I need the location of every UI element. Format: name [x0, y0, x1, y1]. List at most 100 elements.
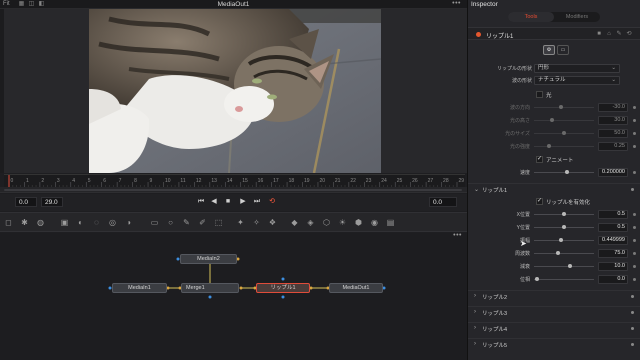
node-editor[interactable]: ••• MediaIn2 MediaIn1 Merge1 リップル1 Media… — [0, 232, 467, 360]
particle-tool-icon[interactable]: ✦ — [236, 218, 245, 227]
node-merge1[interactable]: Merge1 — [181, 283, 239, 293]
go-to-start-button[interactable]: ⏮ — [196, 197, 206, 207]
cc-tool-icon[interactable]: ◎ — [108, 218, 117, 227]
keyframe-icon[interactable] — [633, 106, 636, 109]
param-slider[interactable] — [534, 264, 594, 268]
settings-tab-icon[interactable]: ▭ — [557, 45, 569, 55]
speed-value[interactable]: 0.200000 — [598, 168, 628, 177]
node-ripple1[interactable]: リップル1 — [256, 283, 310, 293]
play-reverse-button[interactable]: ◀ — [209, 197, 219, 207]
keyframe-icon[interactable] — [633, 145, 636, 148]
keyframe-icon[interactable] — [631, 343, 634, 346]
keyframe-icon[interactable] — [633, 239, 636, 242]
merge-tool-icon[interactable]: ▣ — [60, 218, 69, 227]
param-slider[interactable] — [534, 105, 594, 109]
param-slider[interactable] — [534, 238, 594, 242]
go-to-end-button[interactable]: ⏭ — [252, 197, 262, 207]
param-slider[interactable] — [534, 118, 594, 122]
param-value[interactable]: 0.25 — [598, 142, 628, 151]
param-slider[interactable] — [534, 131, 594, 135]
prender-tool-icon[interactable]: ❖ — [268, 218, 277, 227]
stop-button[interactable]: ■ — [223, 197, 233, 207]
keyframe-icon[interactable] — [633, 213, 636, 216]
bc-tool-icon[interactable]: ◐ — [76, 218, 85, 227]
camera3d-tool-icon[interactable]: ⬡ — [322, 218, 331, 227]
pick-icon[interactable]: ✎ — [616, 31, 622, 37]
section-ripple5[interactable]: › リップル5 — [468, 338, 640, 350]
light-checkbox[interactable] — [536, 91, 543, 98]
param-value[interactable]: 50.0 — [598, 129, 628, 138]
tab-modifiers[interactable]: Modifiers — [554, 12, 600, 22]
speed-slider[interactable] — [534, 170, 594, 174]
loop-icon[interactable]: ⟲ — [267, 197, 277, 207]
param-value[interactable]: 0.0 — [598, 275, 628, 284]
param-value[interactable]: 75.0 — [598, 249, 628, 258]
keyframe-icon[interactable] — [633, 278, 636, 281]
ruler-tick-label: 8 — [134, 178, 137, 184]
node-mediain2[interactable]: MediaIn2 — [180, 254, 237, 264]
param-slider[interactable] — [534, 277, 594, 281]
viewer-menu-icon[interactable]: ••• — [452, 0, 461, 7]
keyframe-icon[interactable] — [631, 295, 634, 298]
renderer3d-tool-icon[interactable]: ◉ — [370, 218, 379, 227]
play-button[interactable]: ▶ — [238, 197, 248, 207]
lock-icon[interactable]: ⌂ — [606, 31, 612, 37]
bspline-tool-icon[interactable]: ✐ — [198, 218, 207, 227]
scrubber-track[interactable] — [4, 189, 462, 191]
render-start-field[interactable]: 0.0 — [15, 197, 37, 207]
pemitter-tool-icon[interactable]: ✧ — [252, 218, 261, 227]
section-ripple1[interactable]: ⌄ リップル1 — [468, 183, 640, 195]
keyframe-icon[interactable] — [631, 311, 634, 314]
mask-tool-icon[interactable]: ◑ — [124, 218, 133, 227]
keyframe-icon[interactable] — [633, 265, 636, 268]
param-value[interactable]: -30.0 — [598, 103, 628, 112]
section-ripple2[interactable]: › リップル2 — [468, 290, 640, 302]
param-slider[interactable] — [534, 212, 594, 216]
param-value[interactable]: 0.449999 — [598, 236, 628, 245]
param-value[interactable]: 0.5 — [598, 223, 628, 232]
param-slider[interactable] — [534, 144, 594, 148]
controls-tab-icon[interactable]: ⚙ — [543, 45, 555, 55]
shape3d-tool-icon[interactable]: ◈ — [306, 218, 315, 227]
timeline-scrubber[interactable] — [0, 187, 467, 193]
tool-header[interactable]: リップル1 ■ ⌂ ✎ ⟲ — [468, 27, 640, 40]
enable-ripple-checkbox[interactable]: ✓ — [536, 198, 543, 205]
render-end-field[interactable]: 29.0 — [41, 197, 63, 207]
keyframe-icon[interactable] — [631, 188, 634, 191]
node-mediain1[interactable]: MediaIn1 — [112, 283, 167, 293]
node-mediaout1[interactable]: MediaOut1 — [329, 283, 383, 293]
text-tool-icon[interactable]: ✱ — [20, 218, 29, 227]
timeline-ruler[interactable]: 0 1 2 3 4 5 6 7 8 9 10 11 12 13 14 15 16 17 18 19 20 21 22 23 24… — [4, 174, 465, 188]
keyframe-icon[interactable] — [633, 226, 636, 229]
keyframe-icon[interactable] — [633, 119, 636, 122]
keyframe-icon[interactable] — [633, 171, 636, 174]
merge3d-tool-icon[interactable]: ⬢ — [354, 218, 363, 227]
background-tool-icon[interactable]: ◻ — [4, 218, 13, 227]
section-ripple4[interactable]: › リップル4 — [468, 322, 640, 334]
text3d-tool-icon[interactable]: ◆ — [290, 218, 299, 227]
current-time-field[interactable]: 0.0 — [429, 197, 457, 207]
paint-tool-icon[interactable]: ◍ — [36, 218, 45, 227]
shape-select[interactable]: 円形 ⌄ — [534, 64, 620, 73]
tab-tools[interactable]: Tools — [508, 12, 554, 22]
param-value[interactable]: 10.0 — [598, 262, 628, 271]
keyframe-icon[interactable] — [631, 327, 634, 330]
param-value[interactable]: 30.0 — [598, 116, 628, 125]
wave-select[interactable]: ナチュラル ⌄ — [534, 76, 620, 85]
blur-tool-icon[interactable]: ◌ — [92, 218, 101, 227]
animate-checkbox[interactable]: ✓ — [536, 156, 543, 163]
tool-enable-icon[interactable]: ■ — [596, 31, 602, 37]
param-slider[interactable] — [534, 225, 594, 229]
ellipse-tool-icon[interactable]: ○ — [166, 218, 175, 227]
light3d-tool-icon[interactable]: ☀ — [338, 218, 347, 227]
reset-icon[interactable]: ⟲ — [626, 31, 632, 37]
transform-tool-icon[interactable]: ⬚ — [214, 218, 223, 227]
keyframe-icon[interactable] — [633, 252, 636, 255]
param-slider[interactable] — [534, 251, 594, 255]
polygon-tool-icon[interactable]: ✎ — [182, 218, 191, 227]
param-value[interactable]: 0.5 — [598, 210, 628, 219]
section-ripple3[interactable]: › リップル3 — [468, 306, 640, 318]
image-plane-tool-icon[interactable]: ▤ — [386, 218, 395, 227]
rectangle-tool-icon[interactable]: ▭ — [150, 218, 159, 227]
keyframe-icon[interactable] — [633, 132, 636, 135]
